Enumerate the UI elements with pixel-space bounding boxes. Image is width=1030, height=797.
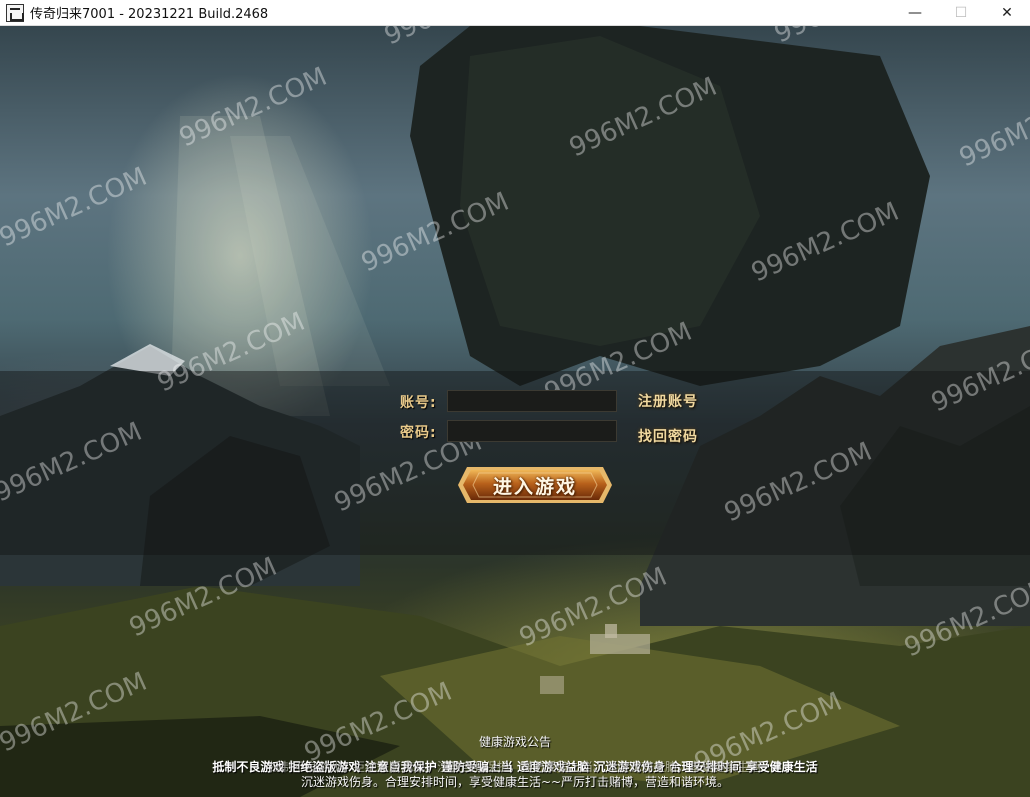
minimize-button[interactable]: —	[892, 0, 938, 26]
app-icon	[6, 3, 24, 22]
password-input[interactable]	[447, 420, 617, 442]
window-controls: — ☐ ✕	[892, 0, 1030, 26]
health-notice-text-3: 沉迷游戏伤身。合理安排时间，享受健康生活~~严厉打击赌博，营造和谐环境。	[300, 775, 730, 789]
window-title-bar[interactable]: 传奇归来7001 - 20231221 Build.2468 — ☐ ✕	[0, 0, 1030, 26]
maximize-button[interactable]: ☐	[938, 0, 984, 26]
enter-game-label: 进入游戏	[492, 475, 577, 498]
login-background-scene: 996M2.COM 996M2.COM 996M2.COM 996M2.COM …	[0, 26, 1030, 797]
close-button[interactable]: ✕	[984, 0, 1030, 26]
register-account-link[interactable]: 注册账号	[638, 391, 698, 411]
account-input[interactable]	[447, 390, 617, 412]
window-title: 传奇归来7001 - 20231221 Build.2468	[30, 7, 269, 22]
account-label: 账号:	[400, 395, 437, 411]
recover-password-link[interactable]: 找回密码	[638, 426, 698, 446]
health-notice-title: 健康游戏公告	[478, 735, 551, 749]
password-label: 密码:	[400, 425, 437, 441]
health-notice-text-2: 抵制不良游戏，拒绝盗版游戏，注意自我保护，谨防受骗上当。适度游戏益脑，享受健康生…	[268, 760, 761, 774]
health-notice-line-3: 沉迷游戏伤身。合理安排时间，享受健康生活~~严厉打击赌博，营造和谐环境。	[0, 773, 1030, 790]
enter-game-button[interactable]: 进入游戏	[457, 466, 613, 504]
